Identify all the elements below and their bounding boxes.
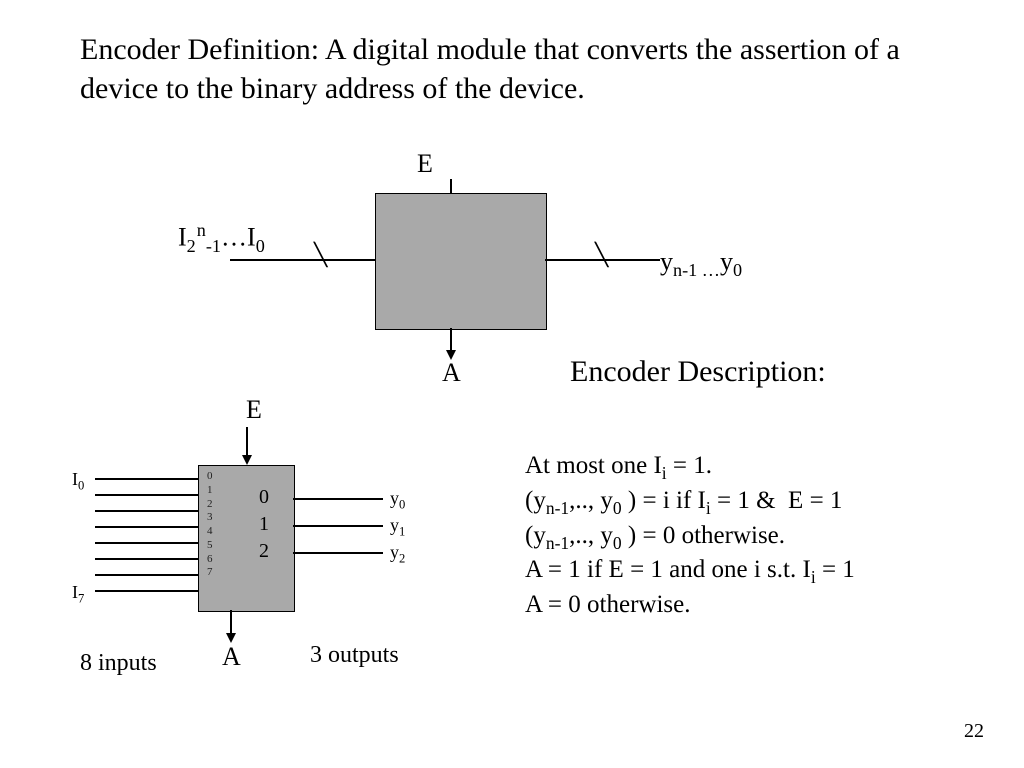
top-a-line bbox=[450, 328, 452, 352]
in-line-7 bbox=[95, 590, 198, 592]
description-heading: Encoder Description: bbox=[570, 355, 826, 389]
bottom-a-line bbox=[230, 610, 232, 635]
in-line-3 bbox=[95, 526, 198, 528]
bottom-a-label: A bbox=[222, 642, 241, 672]
y1-label: y1 bbox=[390, 515, 405, 540]
out-line-2 bbox=[293, 552, 383, 554]
out-line-1 bbox=[293, 525, 383, 527]
top-left-slash-icon: ╲ bbox=[314, 242, 327, 268]
desc-line-1: At most one Ii = 1. bbox=[525, 450, 1005, 485]
outputs-note: 3 outputs bbox=[310, 642, 399, 669]
bottom-e-arrow-icon bbox=[242, 455, 252, 465]
in-index-col: 0 1 2 3 4 5 6 7 bbox=[207, 470, 213, 580]
top-right-slash-icon: ╲ bbox=[595, 242, 608, 268]
i0-label: I0 bbox=[72, 469, 84, 494]
desc-line-5: A = 0 otherwise. bbox=[525, 589, 1005, 622]
description-body: At most one Ii = 1. (yn-1,.., y0 ) = i i… bbox=[525, 450, 1005, 622]
i7-label: I7 bbox=[72, 582, 84, 607]
desc-line-2: (yn-1,.., y0 ) = i if Ii = 1 & E = 1 bbox=[525, 485, 1005, 520]
bottom-e-label: E bbox=[246, 395, 262, 425]
y0-label: y0 bbox=[390, 488, 405, 513]
page-number: 22 bbox=[964, 720, 984, 743]
in-line-4 bbox=[95, 542, 198, 544]
slide: Encoder Definition: A digital module tha… bbox=[0, 0, 1024, 768]
encoder-block-top bbox=[375, 193, 547, 330]
top-a-label: A bbox=[442, 358, 461, 388]
out-line-0 bbox=[293, 498, 383, 500]
top-input-label: I2n-1…I0 bbox=[178, 220, 265, 257]
out-index-col: 0 1 2 bbox=[259, 484, 269, 565]
in-line-2 bbox=[95, 510, 198, 512]
desc-line-4: A = 1 if E = 1 and one i s.t. Ii = 1 bbox=[525, 554, 1005, 589]
desc-line-3: (yn-1,.., y0 ) = 0 otherwise. bbox=[525, 520, 1005, 555]
y2-label: y2 bbox=[390, 542, 405, 567]
in-line-0 bbox=[95, 478, 198, 480]
in-line-1 bbox=[95, 494, 198, 496]
in-line-5 bbox=[95, 558, 198, 560]
inputs-note: 8 inputs bbox=[80, 650, 157, 677]
top-output-label: yn-1 …y0 bbox=[660, 247, 742, 281]
top-e-label: E bbox=[417, 149, 433, 179]
slide-title: Encoder Definition: A digital module tha… bbox=[80, 30, 960, 108]
top-e-line bbox=[450, 179, 452, 193]
in-line-6 bbox=[95, 574, 198, 576]
bottom-e-line bbox=[246, 427, 248, 457]
top-left-bus bbox=[230, 259, 375, 261]
